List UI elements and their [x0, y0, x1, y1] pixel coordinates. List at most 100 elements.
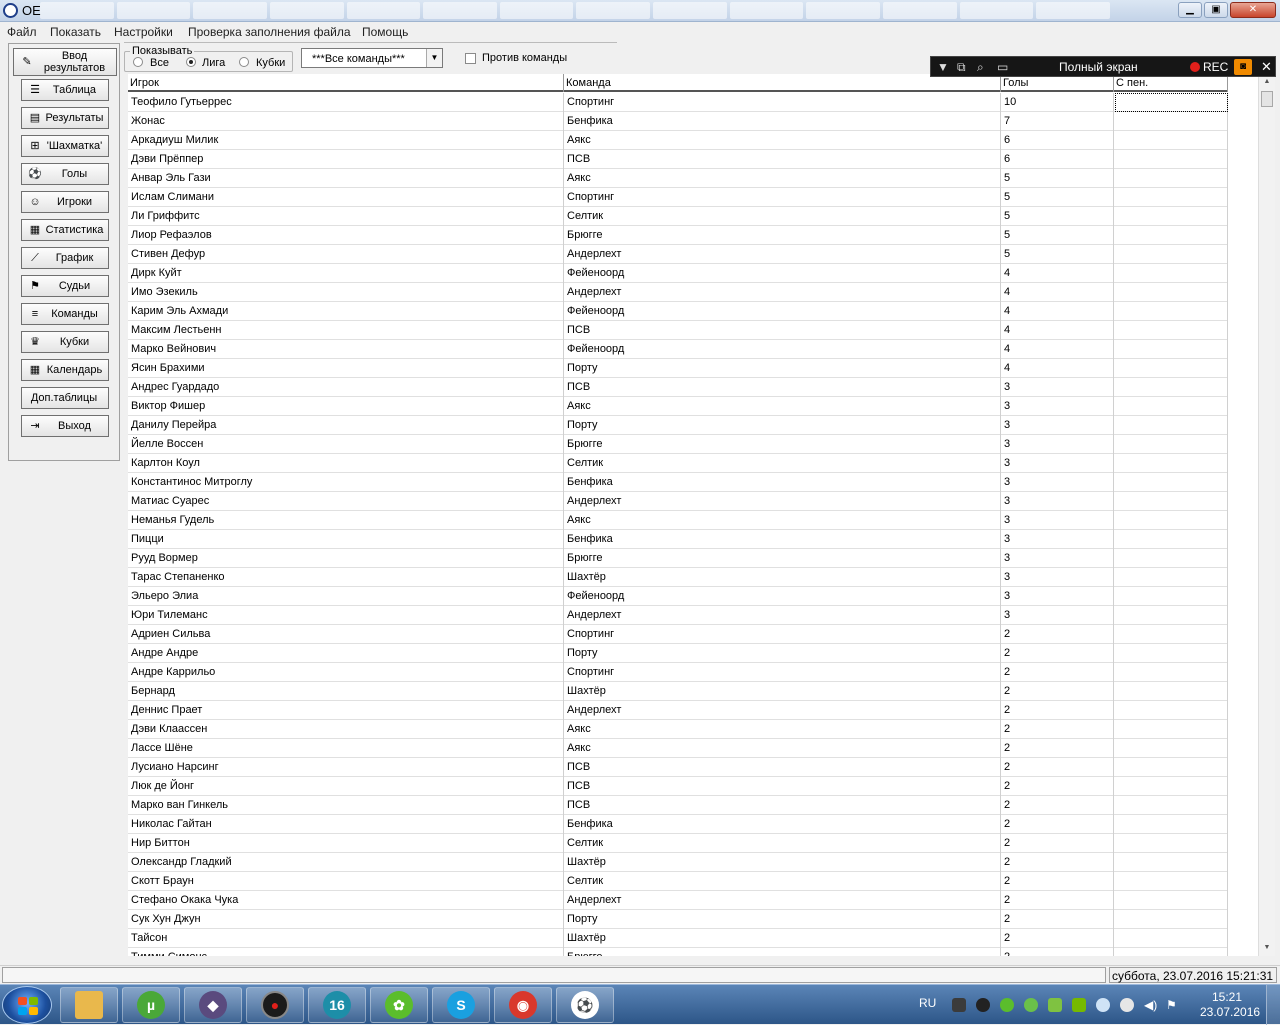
table-row[interactable]: Имо Эзекиль Андерлехт 4 — [128, 283, 1228, 302]
tray-green-icon[interactable] — [1024, 998, 1038, 1012]
table-row[interactable]: Аркадиуш Милик Аякс 6 — [128, 131, 1228, 150]
penalty-goals-cell[interactable] — [1114, 188, 1228, 207]
team-cell[interactable]: Фейеноорд — [564, 340, 1001, 359]
team-cell[interactable]: Шахтёр — [564, 929, 1001, 948]
team-cell[interactable]: Селтик — [564, 454, 1001, 473]
goals-cell[interactable]: 4 — [1001, 340, 1114, 359]
table-row[interactable]: Адриен Сильва Спортинг 2 — [128, 625, 1228, 644]
player-cell[interactable]: Ли Гриффитс — [128, 207, 564, 226]
team-cell[interactable]: Аякс — [564, 169, 1001, 188]
table-row[interactable]: Сук Хун Джун Порту 2 — [128, 910, 1228, 929]
tray-record-icon[interactable] — [976, 998, 990, 1012]
close-button[interactable]: ✕ — [1230, 2, 1276, 18]
table-row[interactable]: Дэви Прёппер ПСВ 6 — [128, 150, 1228, 169]
minimize-button[interactable]: ▁ — [1178, 2, 1202, 18]
player-cell[interactable]: Данилу Перейра — [128, 416, 564, 435]
goals-cell[interactable]: 2 — [1001, 853, 1114, 872]
table-row[interactable]: Данилу Перейра Порту 3 — [128, 416, 1228, 435]
penalty-goals-cell[interactable] — [1114, 739, 1228, 758]
dropdown-triangle-icon[interactable]: ▼ — [937, 59, 949, 75]
penalty-goals-cell[interactable] — [1114, 321, 1228, 340]
team-cell[interactable]: Андерлехт — [564, 492, 1001, 511]
goals-cell[interactable]: 4 — [1001, 283, 1114, 302]
results-button[interactable]: ▤ Результаты — [21, 107, 109, 129]
player-cell[interactable]: Скотт Браун — [128, 872, 564, 891]
penalty-goals-cell[interactable] — [1114, 701, 1228, 720]
table-row[interactable]: Лассе Шёне Аякс 2 — [128, 739, 1228, 758]
goals-cell[interactable]: 3 — [1001, 511, 1114, 530]
table-row[interactable]: Марко ван Гинкель ПСВ 2 — [128, 796, 1228, 815]
taskbar-app-button[interactable]: µ — [122, 987, 180, 1023]
team-cell[interactable]: Андерлехт — [564, 245, 1001, 264]
windows-icon[interactable]: ⧉ — [957, 59, 966, 75]
goals-cell[interactable]: 4 — [1001, 359, 1114, 378]
taskbar-app-button[interactable]: ◆ — [184, 987, 242, 1023]
player-cell[interactable]: Марко Вейнович — [128, 340, 564, 359]
player-cell[interactable]: Дэви Прёппер — [128, 150, 564, 169]
player-cell[interactable]: Виктор Фишер — [128, 397, 564, 416]
team-cell[interactable]: Порту — [564, 359, 1001, 378]
penalty-goals-cell[interactable] — [1114, 131, 1228, 150]
penalty-goals-cell[interactable] — [1114, 226, 1228, 245]
goals-cell[interactable]: 2 — [1001, 815, 1114, 834]
tray-device-icon[interactable] — [1120, 998, 1134, 1012]
menu-settings[interactable]: Настройки — [114, 25, 173, 39]
player-cell[interactable]: Николас Гайтан — [128, 815, 564, 834]
tray-game-icon[interactable] — [1048, 998, 1062, 1012]
team-cell[interactable]: Спортинг — [564, 663, 1001, 682]
chevron-down-icon[interactable]: ▼ — [426, 49, 442, 67]
team-cell[interactable]: Спортинг — [564, 188, 1001, 207]
goals-cell[interactable]: 2 — [1001, 720, 1114, 739]
cups-button[interactable]: ♛ Кубки — [21, 331, 109, 353]
taskbar-app-button[interactable]: S — [432, 987, 490, 1023]
player-cell[interactable]: Эльеро Элиа — [128, 587, 564, 606]
table-row[interactable]: Ли Гриффитс Селтик 5 — [128, 207, 1228, 226]
radio-all[interactable] — [133, 57, 143, 67]
penalty-goals-cell[interactable] — [1114, 112, 1228, 131]
table-row[interactable]: Константинос Митроглу Бенфика 3 — [128, 473, 1228, 492]
goals-cell[interactable]: 2 — [1001, 910, 1114, 929]
penalty-goals-cell[interactable] — [1114, 302, 1228, 321]
goals-cell[interactable]: 2 — [1001, 625, 1114, 644]
chart-button[interactable]: ⟋ График — [21, 247, 109, 269]
penalty-goals-cell[interactable] — [1114, 891, 1228, 910]
team-cell[interactable]: Порту — [564, 416, 1001, 435]
player-cell[interactable]: Аркадиуш Милик — [128, 131, 564, 150]
table-row[interactable]: Лусиано Нарсинг ПСВ 2 — [128, 758, 1228, 777]
player-cell[interactable]: Максим Лестьенн — [128, 321, 564, 340]
player-cell[interactable]: Дирк Куйт — [128, 264, 564, 283]
table-row[interactable]: Олександр Гладкий Шахтёр 2 — [128, 853, 1228, 872]
extra-tables-button[interactable]: Доп.таблицы — [21, 387, 109, 409]
goals-cell[interactable]: 3 — [1001, 530, 1114, 549]
table-row[interactable]: Йелле Воссен Брюгге 3 — [128, 435, 1228, 454]
menu-check-file[interactable]: Проверка заполнения файла — [188, 25, 351, 39]
table-row[interactable]: Анвар Эль Гази Аякс 5 — [128, 169, 1228, 188]
table-row[interactable]: Стефано Окака Чука Андерлехт 2 — [128, 891, 1228, 910]
player-cell[interactable]: Пицци — [128, 530, 564, 549]
team-cell[interactable]: Андерлехт — [564, 701, 1001, 720]
tray-icq-icon[interactable] — [1000, 998, 1014, 1012]
menu-file[interactable]: Файл — [7, 25, 37, 39]
table-row[interactable]: Теофило Гутьеррес Спортинг 10 — [128, 93, 1228, 112]
player-cell[interactable]: Андрес Гуардадо — [128, 378, 564, 397]
penalty-goals-cell[interactable] — [1114, 720, 1228, 739]
record-dot-icon[interactable] — [1190, 62, 1200, 72]
table-row[interactable]: Тимми СимонсБрюгге2 — [128, 948, 1228, 956]
penalty-goals-cell[interactable] — [1114, 682, 1228, 701]
goals-cell[interactable]: 2 — [1001, 834, 1114, 853]
clock[interactable]: 15:21 23.07.2016 — [1200, 990, 1260, 1020]
player-cell[interactable]: Карим Эль Ахмади — [128, 302, 564, 321]
team-cell[interactable]: Аякс — [564, 720, 1001, 739]
penalty-goals-cell[interactable] — [1114, 606, 1228, 625]
team-cell[interactable]: ПСВ — [564, 150, 1001, 169]
player-cell[interactable]: Олександр Гладкий — [128, 853, 564, 872]
taskbar-app-button[interactable]: 16 — [308, 987, 366, 1023]
penalty-goals-cell[interactable] — [1114, 283, 1228, 302]
player-cell[interactable]: Карлтон Коул — [128, 454, 564, 473]
team-cell[interactable]: Брюгге — [564, 435, 1001, 454]
team-cell[interactable]: Спортинг — [564, 93, 1001, 112]
table-row[interactable]: Бернард Шахтёр 2 — [128, 682, 1228, 701]
penalty-goals-cell[interactable] — [1114, 910, 1228, 929]
referees-button[interactable]: ⚑ Судьи — [21, 275, 109, 297]
table-row[interactable]: Матиас Суарес Андерлехт 3 — [128, 492, 1228, 511]
